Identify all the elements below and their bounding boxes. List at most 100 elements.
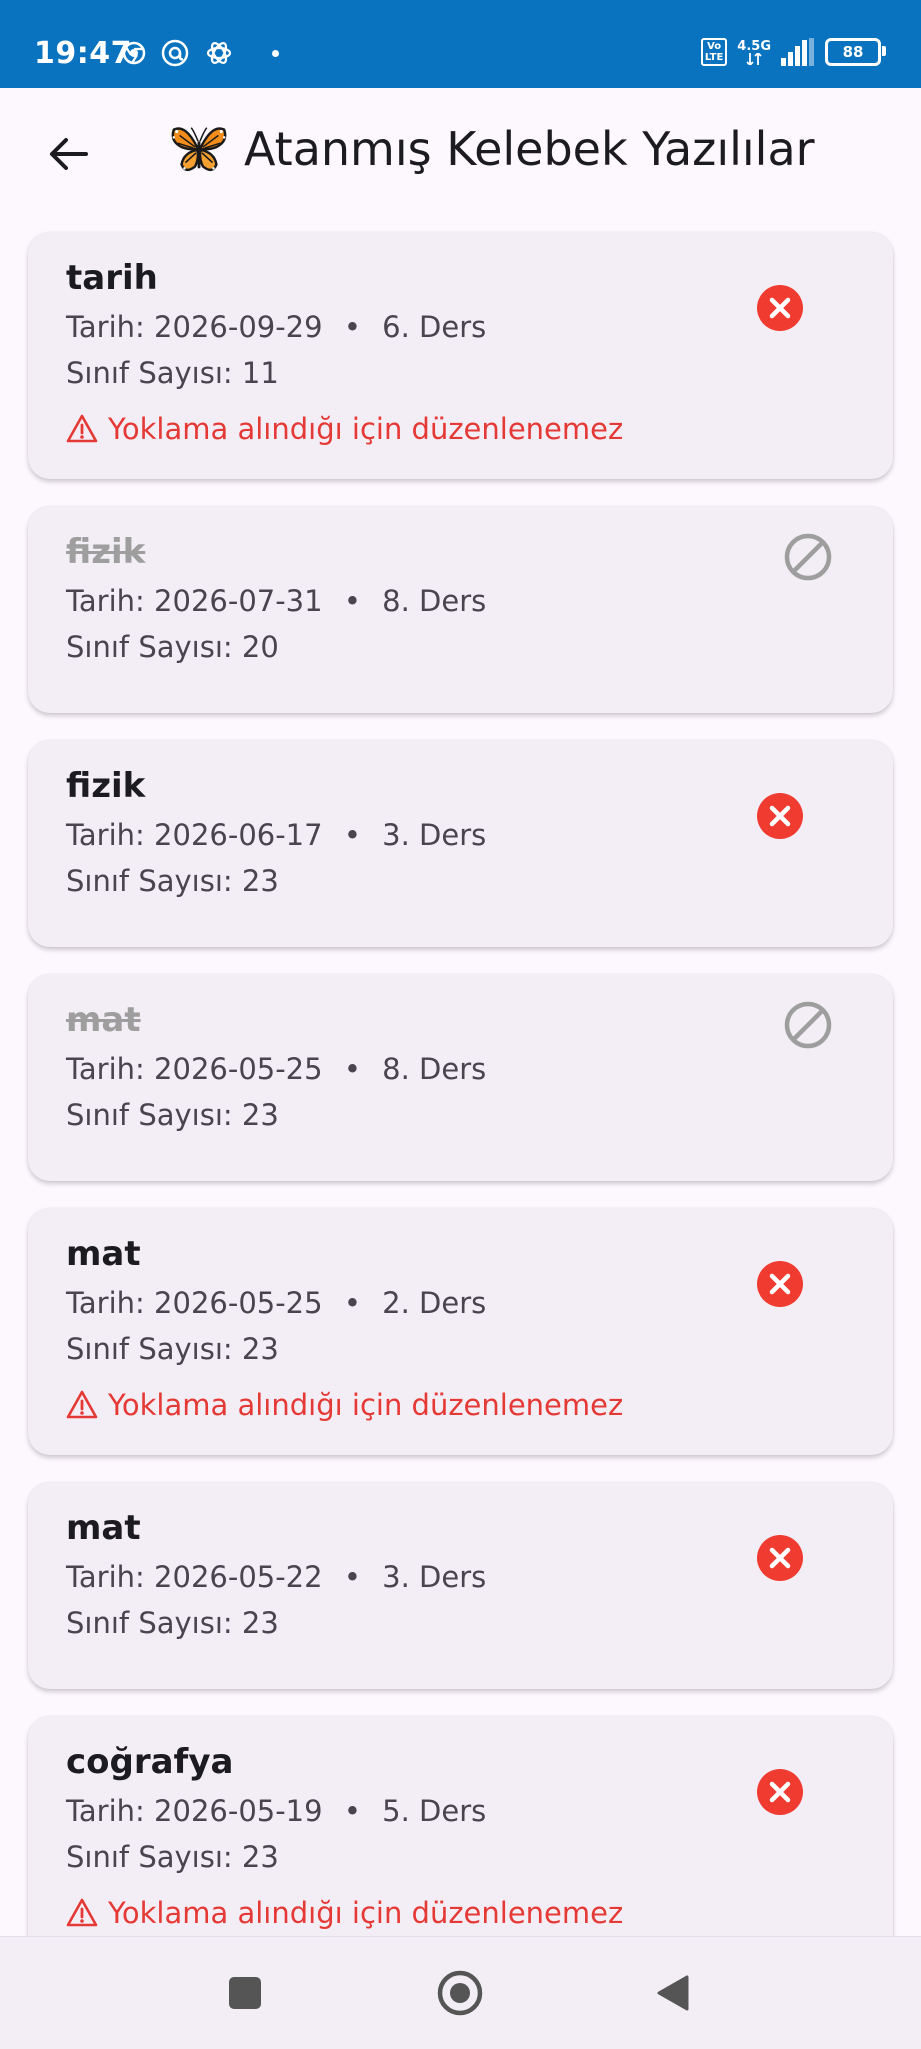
home-button[interactable] bbox=[432, 1965, 488, 2021]
exam-period: 3. Ders bbox=[382, 1560, 487, 1594]
class-count-line: Sınıf Sayısı: 23 bbox=[66, 1332, 279, 1366]
class-count: 20 bbox=[241, 630, 279, 664]
warning-icon bbox=[66, 1897, 98, 1929]
back-nav-button[interactable] bbox=[645, 1965, 701, 2021]
exam-date-line: Tarih: 2026-05-22 • 3. Ders bbox=[66, 1560, 486, 1594]
volte-icon: Vo LTE bbox=[700, 38, 728, 66]
edit-locked-warning: Yoklama alındığı için düzenlenemez bbox=[66, 412, 623, 446]
page-title: Atanmış Kelebek Yazılılar bbox=[244, 122, 815, 176]
app-bar: Atanmış Kelebek Yazılılar bbox=[0, 88, 921, 218]
warning-text: Yoklama alındığı için düzenlenemez bbox=[108, 1388, 624, 1422]
battery-icon: 88 bbox=[825, 38, 886, 66]
date-label: Tarih: bbox=[66, 310, 145, 344]
separator: • bbox=[343, 1560, 361, 1594]
square-icon bbox=[229, 1977, 261, 2009]
class-count-line: Sınıf Sayısı: 23 bbox=[66, 1606, 279, 1640]
exam-period: 5. Ders bbox=[382, 1794, 487, 1828]
system-nav-bar bbox=[0, 1936, 921, 2049]
exam-card-6[interactable]: coğrafya Tarih: 2026-05-19 • 5. Ders Sın… bbox=[28, 1716, 893, 1963]
exam-subject: fizik bbox=[66, 766, 146, 806]
more-notifications-dot bbox=[272, 49, 279, 57]
exam-date-line: Tarih: 2026-05-25 • 2. Ders bbox=[66, 1286, 486, 1320]
delete-button[interactable] bbox=[755, 1767, 805, 1817]
class-count-label: Sınıf Sayısı: bbox=[66, 1606, 233, 1640]
close-circle-icon bbox=[757, 1769, 803, 1815]
class-count-label: Sınıf Sayısı: bbox=[66, 1840, 233, 1874]
delete-button[interactable] bbox=[755, 283, 805, 333]
triangle-back-icon bbox=[657, 1975, 689, 2011]
exam-period: 3. Ders bbox=[382, 818, 487, 852]
exam-subject: coğrafya bbox=[66, 1742, 234, 1782]
exam-subject: tarih bbox=[66, 258, 158, 298]
exam-card-1[interactable]: fizik Tarih: 2026-07-31 • 8. Ders Sınıf … bbox=[28, 506, 893, 713]
exam-period: 6. Ders bbox=[382, 310, 487, 344]
exam-subject: mat bbox=[66, 1000, 141, 1040]
warning-icon bbox=[66, 413, 98, 445]
separator: • bbox=[343, 310, 361, 344]
class-count-label: Sınıf Sayısı: bbox=[66, 356, 233, 390]
exam-subject: fizik bbox=[66, 532, 146, 572]
exam-date: 2026-07-31 bbox=[154, 584, 323, 618]
arrow-left-icon bbox=[50, 138, 88, 170]
exam-period: 2. Ders bbox=[382, 1286, 487, 1320]
exam-card-2[interactable]: fizik Tarih: 2026-06-17 • 3. Ders Sınıf … bbox=[28, 740, 893, 947]
exam-card-4[interactable]: mat Tarih: 2026-05-25 • 2. Ders Sınıf Sa… bbox=[28, 1208, 893, 1455]
date-label: Tarih: bbox=[66, 1286, 145, 1320]
status-bar: 19:47 Vo LTE 4.5G 88 bbox=[0, 0, 921, 88]
notification-icons bbox=[122, 38, 279, 68]
exam-card-0[interactable]: tarih Tarih: 2026-09-29 • 6. Ders Sınıf … bbox=[28, 232, 893, 479]
exam-card-3[interactable]: mat Tarih: 2026-05-25 • 8. Ders Sınıf Sa… bbox=[28, 974, 893, 1181]
status-time: 19:47 bbox=[34, 36, 132, 71]
exam-card-5[interactable]: mat Tarih: 2026-05-22 • 3. Ders Sınıf Sa… bbox=[28, 1482, 893, 1689]
exam-date: 2026-05-22 bbox=[154, 1560, 323, 1594]
class-count: 23 bbox=[241, 864, 279, 898]
recents-button[interactable] bbox=[217, 1965, 273, 2021]
close-circle-icon bbox=[757, 793, 803, 839]
exam-date: 2026-05-19 bbox=[154, 1794, 323, 1828]
class-count-label: Sınıf Sayısı: bbox=[66, 864, 233, 898]
cancelled-ban-icon bbox=[783, 532, 833, 582]
threads-icon bbox=[161, 39, 189, 67]
class-count-label: Sınıf Sayısı: bbox=[66, 630, 233, 664]
class-count: 23 bbox=[241, 1606, 279, 1640]
network-indicator: 4.5G bbox=[737, 40, 771, 65]
separator: • bbox=[343, 584, 361, 618]
openai-icon bbox=[206, 42, 232, 64]
network-type: 4.5G bbox=[737, 38, 771, 54]
exam-date-line: Tarih: 2026-05-19 • 5. Ders bbox=[66, 1794, 486, 1828]
exam-date: 2026-06-17 bbox=[154, 818, 323, 852]
date-label: Tarih: bbox=[66, 1560, 145, 1594]
date-label: Tarih: bbox=[66, 1052, 145, 1086]
close-circle-icon bbox=[757, 1535, 803, 1581]
exam-date-line: Tarih: 2026-09-29 • 6. Ders bbox=[66, 310, 486, 344]
class-count-line: Sınıf Sayısı: 20 bbox=[66, 630, 279, 664]
close-circle-icon bbox=[757, 1261, 803, 1307]
class-count-line: Sınıf Sayısı: 23 bbox=[66, 1840, 279, 1874]
delete-button[interactable] bbox=[755, 791, 805, 841]
exam-subject: mat bbox=[66, 1508, 141, 1548]
class-count-label: Sınıf Sayısı: bbox=[66, 1098, 233, 1132]
warning-text: Yoklama alındığı için düzenlenemez bbox=[108, 1896, 624, 1930]
exam-date-line: Tarih: 2026-07-31 • 8. Ders bbox=[66, 584, 486, 618]
class-count-line: Sınıf Sayısı: 23 bbox=[66, 1098, 279, 1132]
warning-icon bbox=[66, 1389, 98, 1421]
date-label: Tarih: bbox=[66, 584, 145, 618]
delete-button[interactable] bbox=[755, 1533, 805, 1583]
class-count: 23 bbox=[241, 1098, 279, 1132]
class-count-line: Sınıf Sayısı: 11 bbox=[66, 356, 279, 390]
separator: • bbox=[343, 1286, 361, 1320]
chrome-icon bbox=[122, 41, 146, 65]
exam-date-line: Tarih: 2026-06-17 • 3. Ders bbox=[66, 818, 486, 852]
exam-period: 8. Ders bbox=[382, 584, 487, 618]
title-wrap: Atanmış Kelebek Yazılılar bbox=[168, 118, 815, 180]
class-count: 23 bbox=[241, 1332, 279, 1366]
delete-button[interactable] bbox=[755, 1259, 805, 1309]
exam-date: 2026-05-25 bbox=[154, 1052, 323, 1086]
separator: • bbox=[343, 1052, 361, 1086]
close-circle-icon bbox=[757, 285, 803, 331]
back-button[interactable] bbox=[38, 124, 98, 184]
exam-subject: mat bbox=[66, 1234, 141, 1274]
exam-date: 2026-05-25 bbox=[154, 1286, 323, 1320]
home-circle-icon bbox=[437, 1970, 483, 2016]
edit-locked-warning: Yoklama alındığı için düzenlenemez bbox=[66, 1388, 623, 1422]
